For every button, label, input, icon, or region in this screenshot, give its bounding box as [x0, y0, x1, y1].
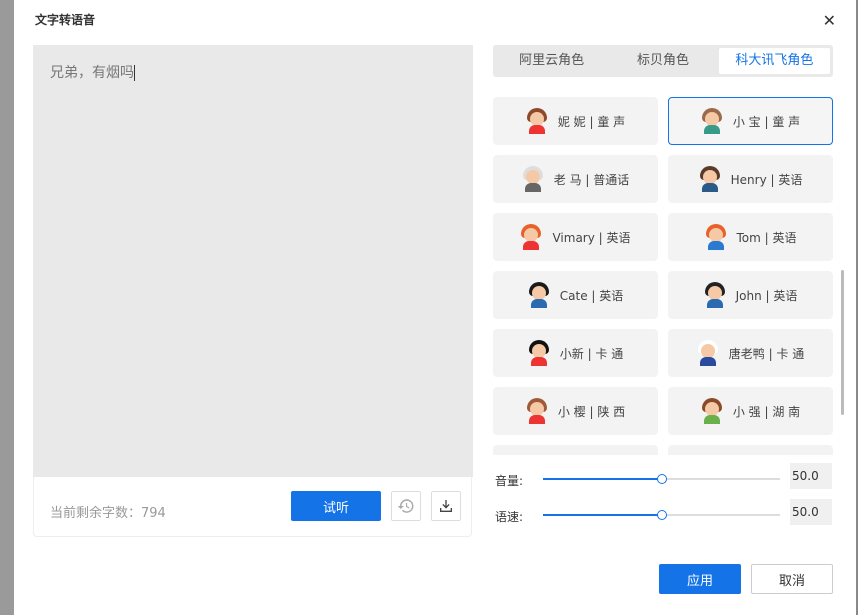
voice-label: 小 樱 | 陕 西 [557, 404, 626, 419]
voice-card[interactable]: Henry | 英语 [668, 155, 833, 203]
editor-footer: 当前剩余字数：794 试听 [33, 477, 472, 537]
avatar-icon [528, 282, 550, 308]
cancel-button[interactable]: 取消 [751, 564, 833, 594]
tab-1[interactable]: 标贝角色 [607, 48, 718, 74]
text-caret [134, 65, 135, 81]
voice-card[interactable]: 唐老鸭 | 卡 通 [668, 329, 833, 377]
avatar-icon [520, 224, 542, 250]
voice-card[interactable]: 小新 | 卡 通 [493, 329, 658, 377]
apply-button[interactable]: 应用 [659, 564, 741, 594]
volume-thumb[interactable] [656, 474, 667, 484]
voice-card[interactable]: 小 宝 | 童 声 [668, 97, 833, 145]
voice-card[interactable] [668, 445, 833, 455]
voice-card[interactable]: 小 樱 | 陕 西 [493, 387, 658, 435]
voice-label: 老 马 | 普通话 [553, 172, 630, 187]
avatar-icon [701, 108, 723, 134]
text-value: 兄弟，有烟吗 [50, 65, 134, 81]
download-icon [440, 500, 452, 512]
voice-list-scrollbar[interactable] [841, 270, 844, 415]
voice-list: 妮 妮 | 童 声 小 宝 | 童 声老 马 | 普通话 Henry | 英语 Vim… [493, 97, 835, 455]
avatar-icon [699, 166, 721, 192]
dialog-title: 文字转语音 [35, 13, 96, 27]
text-to-speech-dialog: 文字转语音 ✕ 兄弟，有烟吗 当前剩余字数：794 试听 阿里云角色 标贝角色 科大… [14, 0, 858, 615]
tab-2[interactable]: 科大讯飞角色 [718, 48, 830, 74]
background-app [0, 0, 14, 615]
speed-label: 语速: [495, 510, 524, 524]
voice-label: 小新 | 卡 通 [559, 346, 624, 361]
avatar-icon [526, 398, 548, 424]
voice-provider-tabs: 阿里云角色 标贝角色 科大讯飞角色 [493, 45, 833, 77]
avatar-icon [704, 282, 726, 308]
voice-card[interactable]: 小 强 | 湖 南 [668, 387, 833, 435]
speed-thumb[interactable] [656, 510, 667, 520]
speed-value[interactable]: 50.0 [790, 499, 832, 525]
voice-card[interactable]: John | 英语 [668, 271, 833, 319]
voice-label: 妮 妮 | 童 声 [557, 114, 626, 129]
avatar-icon [705, 224, 727, 250]
voice-label: 唐老鸭 | 卡 通 [728, 346, 805, 361]
listen-button[interactable]: 试听 [291, 491, 381, 521]
avatar-icon [526, 108, 548, 134]
voice-card[interactable] [493, 445, 658, 455]
text-input[interactable]: 兄弟，有烟吗 [33, 45, 473, 477]
voice-label: 小 强 | 湖 南 [732, 404, 801, 419]
volume-value[interactable]: 50.0 [790, 463, 832, 489]
voice-label: Tom | 英语 [736, 230, 797, 245]
voice-card[interactable]: 妮 妮 | 童 声 [493, 97, 658, 145]
volume-label: 音量: [495, 474, 524, 488]
voice-label: Vimary | 英语 [552, 230, 631, 245]
close-icon[interactable]: ✕ [823, 11, 836, 30]
avatar-icon [528, 340, 550, 366]
speed-fill [543, 514, 662, 516]
remaining-count: 当前剩余字数：794 [50, 506, 166, 521]
voice-label: John | 英语 [735, 288, 798, 303]
voice-card[interactable]: Tom | 英语 [668, 213, 833, 261]
avatar-icon [522, 166, 544, 192]
avatar-icon [697, 340, 719, 366]
volume-slider[interactable] [543, 474, 780, 484]
history-icon [397, 499, 414, 513]
voice-card[interactable]: 老 马 | 普通话 [493, 155, 658, 203]
voice-card[interactable]: Cate | 英语 [493, 271, 658, 319]
speed-row: 语速: 50.0 [495, 499, 832, 525]
volume-row: 音量: 50.0 [495, 463, 832, 489]
voice-label: 小 宝 | 童 声 [732, 114, 801, 129]
history-button[interactable] [391, 491, 421, 521]
speed-slider[interactable] [543, 510, 780, 520]
download-button[interactable] [431, 491, 461, 521]
voice-label: Cate | 英语 [559, 288, 624, 303]
voice-card[interactable]: Vimary | 英语 [493, 213, 658, 261]
tab-0[interactable]: 阿里云角色 [496, 48, 607, 74]
voice-label: Henry | 英语 [730, 172, 803, 187]
volume-fill [543, 478, 662, 480]
avatar-icon [701, 398, 723, 424]
